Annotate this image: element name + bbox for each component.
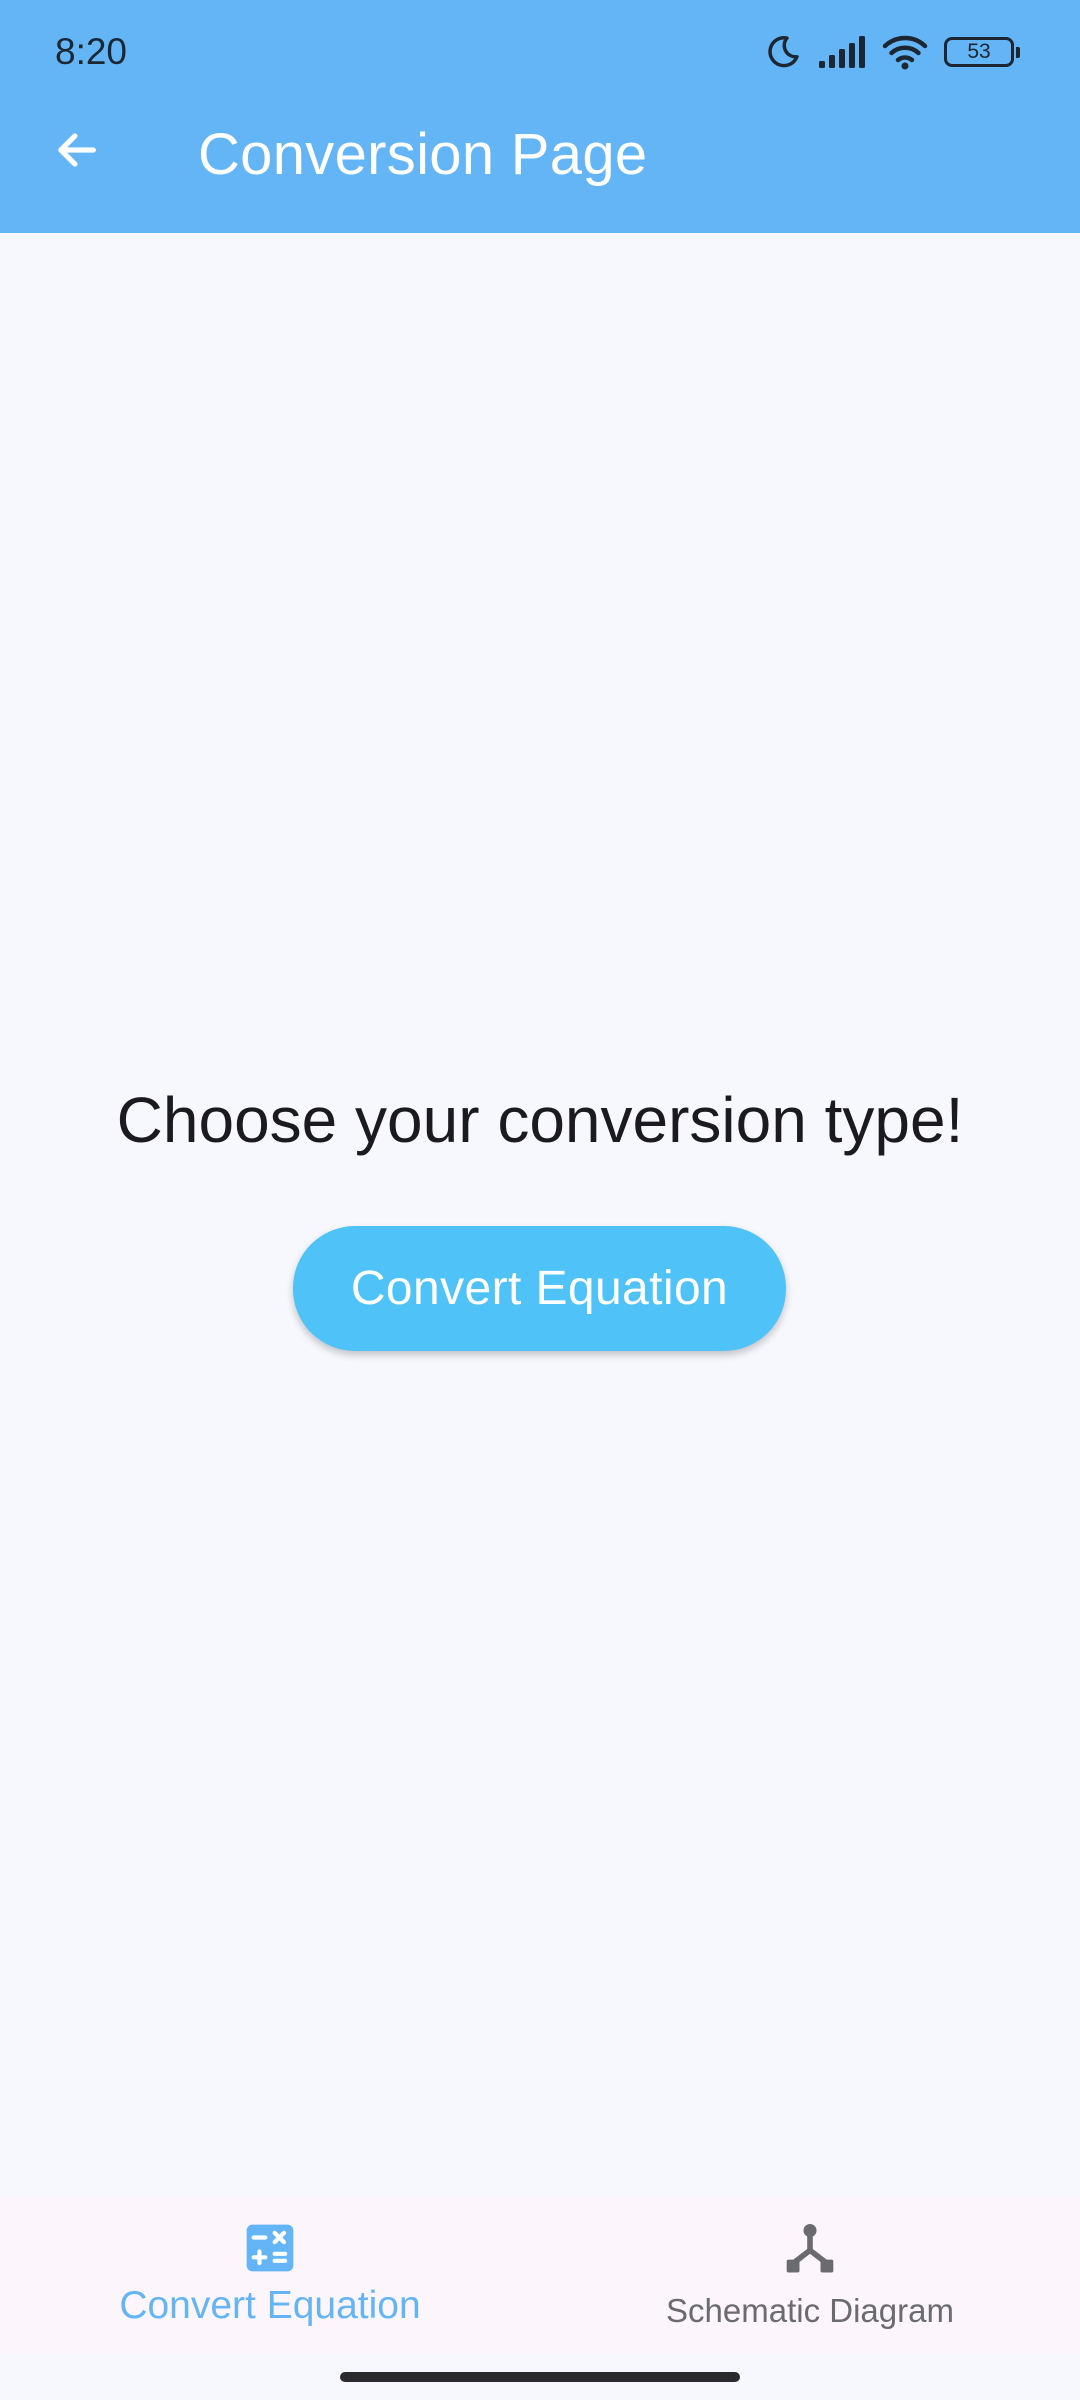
- status-icons: 53: [764, 28, 1020, 76]
- back-button[interactable]: [40, 116, 112, 188]
- status-time: 8:20: [55, 31, 128, 72]
- nav-label-convert-equation: Convert Equation: [119, 2284, 421, 2327]
- nav-item-convert-equation[interactable]: Convert Equation: [0, 2196, 540, 2354]
- bottom-navigation: Convert Equation Schematic Diagram: [0, 2196, 1080, 2354]
- app-bar: 8:20 53 Conversion Page: [0, 0, 1080, 233]
- signal-icon: [818, 35, 866, 69]
- conversion-prompt: Choose your conversion type!: [116, 1084, 964, 1156]
- schema-icon: [782, 2220, 838, 2276]
- wifi-icon: [882, 33, 928, 71]
- nav-item-schematic-diagram[interactable]: Schematic Diagram: [540, 2196, 1080, 2354]
- calculator-icon: [242, 2220, 298, 2276]
- moon-icon: [764, 33, 802, 71]
- convert-equation-button[interactable]: Convert Equation: [293, 1226, 786, 1351]
- battery-icon: 53: [944, 37, 1020, 67]
- page-title: Conversion Page: [198, 122, 648, 187]
- arrow-back-icon: [50, 124, 102, 181]
- nav-label-schematic-diagram: Schematic Diagram: [666, 2292, 954, 2329]
- home-indicator: [340, 2372, 740, 2382]
- battery-level: 53: [967, 40, 991, 63]
